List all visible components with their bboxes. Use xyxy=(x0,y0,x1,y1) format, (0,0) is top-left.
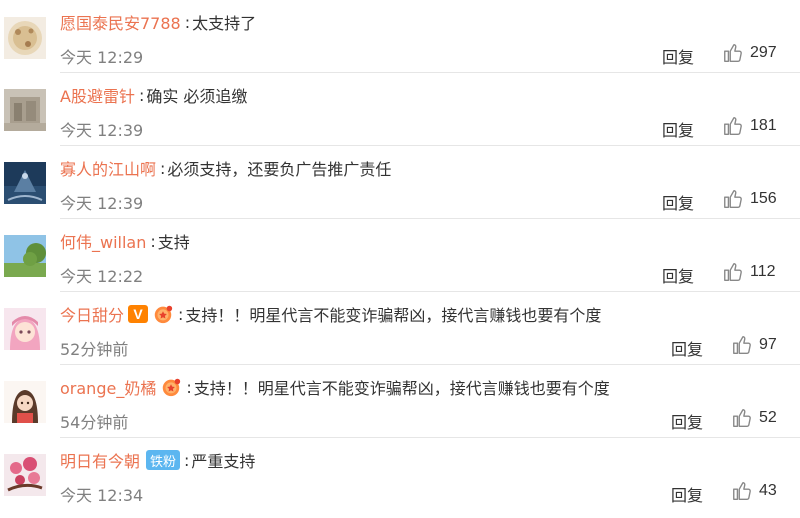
timestamp: 今天 12:39 xyxy=(60,194,144,213)
like-button[interactable]: 181 xyxy=(722,113,777,139)
comment-text: 支持！！明星代言不能变诈骗帮凶，接代言赚钱也要有个度 xyxy=(185,306,602,325)
comment-item: 何伟_willan : 支持 今天 12:22 回复 112 xyxy=(0,219,800,292)
comment-text: 严重支持 xyxy=(191,452,256,471)
username-link[interactable]: 何伟_willan xyxy=(60,229,146,253)
reply-button[interactable]: 回复 xyxy=(662,117,694,141)
username-link[interactable]: 今日甜分 xyxy=(60,302,124,326)
thumbs-up-icon xyxy=(722,115,744,137)
avatar[interactable] xyxy=(4,162,46,204)
comment-line: 寡人的江山啊 : 必须支持，还要负广告推广责任 xyxy=(60,156,392,180)
like-count: 181 xyxy=(750,117,777,134)
like-count: 112 xyxy=(750,263,776,280)
reply-button[interactable]: 回复 xyxy=(671,336,703,360)
like-button[interactable]: 156 xyxy=(722,186,777,212)
avatar[interactable] xyxy=(4,454,46,496)
like-button[interactable]: 112 xyxy=(722,259,776,285)
like-count: 52 xyxy=(759,409,777,426)
vip-badge[interactable]: V xyxy=(128,305,149,323)
colon: : xyxy=(186,377,192,397)
username-link[interactable]: 愿国泰民安7788 xyxy=(60,10,181,34)
comment-text: 确实 必须追缴 xyxy=(146,87,248,106)
avatar[interactable] xyxy=(4,308,46,350)
like-count: 156 xyxy=(750,190,777,207)
comment-text: 太支持了 xyxy=(192,14,257,33)
comment-line: 今日甜分 V : 支持！！明星代言不能变诈骗帮凶，接代言赚钱也要有个度 xyxy=(60,302,602,326)
fan-level-badge[interactable]: 铁粉 xyxy=(146,450,181,470)
colon: : xyxy=(160,158,166,178)
reply-button[interactable]: 回复 xyxy=(671,482,703,506)
like-button[interactable]: 97 xyxy=(731,332,777,358)
thumbs-up-icon xyxy=(731,334,753,356)
reply-button[interactable]: 回复 xyxy=(662,190,694,214)
reply-button[interactable]: 回复 xyxy=(662,44,694,68)
like-count: 43 xyxy=(759,482,777,499)
timestamp: 今天 12:34 xyxy=(60,486,144,505)
reply-button[interactable]: 回复 xyxy=(671,409,703,433)
like-button[interactable]: 52 xyxy=(731,405,777,431)
timestamp: 今天 12:22 xyxy=(60,267,144,286)
colon: : xyxy=(138,85,145,105)
comment-item: 愿国泰民安7788 : 太支持了 今天 12:29 回复 297 xyxy=(0,0,800,73)
thumbs-up-icon xyxy=(722,188,744,210)
thumbs-up-icon xyxy=(722,42,744,64)
username-link[interactable]: A股避雷针 xyxy=(60,83,135,107)
comment-item: 今日甜分 V : 支持！！明星代言不能变诈骗帮凶，接代言赚钱也要有个度 52分钟… xyxy=(0,292,800,365)
avatar[interactable] xyxy=(4,235,46,277)
colon: : xyxy=(150,231,156,251)
reply-button[interactable]: 回复 xyxy=(662,263,694,287)
like-count: 297 xyxy=(750,44,777,61)
colon: : xyxy=(178,304,184,324)
avatar[interactable] xyxy=(4,17,46,59)
like-button[interactable]: 297 xyxy=(722,40,777,66)
comment-text: 支持！！明星代言不能变诈骗帮凶，接代言赚钱也要有个度 xyxy=(193,379,610,398)
comment-item: A股避雷针 : 确实 必须追缴 今天 12:39 回复 181 xyxy=(0,73,800,146)
comment-line: A股避雷针 : 确实 必须追缴 xyxy=(60,83,248,107)
timestamp: 今天 12:29 xyxy=(60,48,144,67)
username-link[interactable]: 寡人的江山啊 xyxy=(60,156,156,180)
comment-text: 必须支持，还要负广告推广责任 xyxy=(167,160,392,179)
like-button[interactable]: 43 xyxy=(731,478,777,504)
comment-list: 愿国泰民安7788 : 太支持了 今天 12:29 回复 297 A股避雷针 :… xyxy=(0,0,800,518)
fan-club-icon[interactable] xyxy=(152,303,174,325)
comment-line: 愿国泰民安7788 : 太支持了 xyxy=(60,10,257,34)
comment-line: orange_奶橘 : 支持！！明星代言不能变诈骗帮凶，接代言赚钱也要有个度 xyxy=(60,375,610,399)
username-link[interactable]: orange_奶橘 xyxy=(60,375,156,399)
comment-line: 何伟_willan : 支持 xyxy=(60,229,190,253)
avatar[interactable] xyxy=(4,381,46,423)
timestamp: 52分钟前 xyxy=(60,340,129,359)
thumbs-up-icon xyxy=(722,261,744,283)
like-count: 97 xyxy=(759,336,777,353)
colon: : xyxy=(184,12,191,32)
comment-text: 支持 xyxy=(157,233,190,252)
thumbs-up-icon xyxy=(731,407,753,429)
comment-item: orange_奶橘 : 支持！！明星代言不能变诈骗帮凶，接代言赚钱也要有个度 5… xyxy=(0,365,800,438)
timestamp: 今天 12:39 xyxy=(60,121,144,140)
comment-item: 明日有今朝 铁粉 : 严重支持 今天 12:34 回复 43 xyxy=(0,438,800,511)
thumbs-up-icon xyxy=(731,480,753,502)
comment-line: 明日有今朝 铁粉 : 严重支持 xyxy=(60,449,255,471)
colon: : xyxy=(184,450,190,470)
timestamp: 54分钟前 xyxy=(60,413,129,432)
username-link[interactable]: 明日有今朝 xyxy=(60,448,140,472)
comment-item: 寡人的江山啊 : 必须支持，还要负广告推广责任 今天 12:39 回复 156 xyxy=(0,146,800,219)
avatar[interactable] xyxy=(4,89,46,131)
fan-club-icon[interactable] xyxy=(160,376,182,398)
